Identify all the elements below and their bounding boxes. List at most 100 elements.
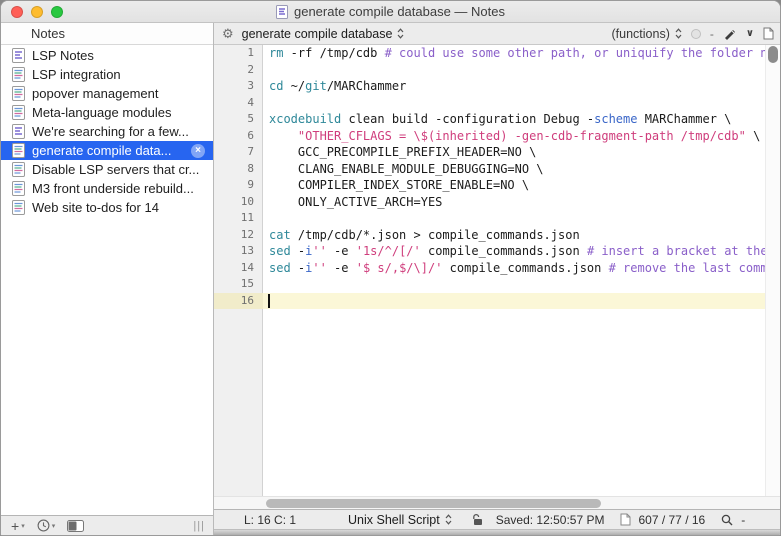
traffic-lights [11,6,63,18]
code-text: cd ~/git/MARChammer [263,78,765,95]
gear-icon[interactable]: ⚙ [222,26,234,42]
recent-notes-button[interactable]: ▾ [33,519,60,532]
code-line[interactable]: 14sed -i'' -e '$ s/,$/\]/' compile_comma… [214,260,780,277]
editor-toolbar: ⚙ generate compile database (functions) … [214,23,780,45]
note-lines-icon [12,143,25,158]
document-outline-icon[interactable] [620,513,631,526]
note-lines-icon [12,86,25,101]
note-list-item[interactable]: Meta-language modules [1,103,213,122]
code-text: rm -rf /tmp/cdb # could use some other p… [263,45,765,62]
note-list-item[interactable]: We're searching for a few... [1,122,213,141]
sidebar-footer: + ▾ ▾ ||| [1,515,213,535]
close-note-icon[interactable]: × [191,144,205,158]
magnifier-icon[interactable] [721,514,733,526]
code-line[interactable]: 4 [214,95,780,112]
note-lines-icon [12,181,25,196]
horizontal-scrollbar-thumb[interactable] [266,499,601,508]
code-line[interactable]: 3cd ~/git/MARChammer [214,78,780,95]
add-note-button[interactable]: + ▾ [7,518,29,534]
code-line[interactable]: 11 [214,210,780,227]
code-text: cat /tmp/cdb/*.json > compile_commands.j… [263,227,765,244]
code-line[interactable]: 15 [214,276,780,293]
zoom-window-button[interactable] [51,6,63,18]
titlebar-doc-icon [276,5,288,19]
line-number: 3 [214,78,263,95]
vertical-scrollbar-thumb[interactable] [768,46,778,63]
code-text: COMPILER_INDEX_STORE_ENABLE=NO \ [263,177,765,194]
note-list-item[interactable]: LSP integration [1,65,213,84]
plus-icon: + [11,518,19,534]
code-line[interactable]: 8 CLANG_ENABLE_MODULE_DEBUGGING=NO \ [214,161,780,178]
language-popup[interactable]: Unix Shell Script [348,513,452,527]
code-line[interactable]: 6 "OTHER_CFLAGS = \$(inherited) -gen-cdb… [214,128,780,145]
line-number: 2 [214,62,263,79]
close-window-button[interactable] [11,6,23,18]
counter-indicator-icon [691,29,701,39]
functions-popup-label: (functions) [612,27,670,41]
chevron-down-icon: ▾ [52,522,56,530]
cursor-position: L: 16 C: 1 [244,513,296,527]
window-bottom-edge [214,529,780,535]
document-popup[interactable]: generate compile database [242,27,405,41]
note-title: We're searching for a few... [32,124,189,139]
note-purple-icon [12,124,25,139]
sidebar-resize-handle[interactable]: ||| [193,520,205,532]
code-text [263,62,765,79]
note-title: generate compile data... [32,143,171,158]
status-bar: L: 16 C: 1 Unix Shell Script Saved: 12:5… [214,509,780,529]
minimize-window-button[interactable] [31,6,43,18]
horizontal-scrollbar[interactable] [214,496,780,509]
code-line[interactable]: 12cat /tmp/cdb/*.json > compile_commands… [214,227,780,244]
editor-body[interactable]: 1rm -rf /tmp/cdb # could use some other … [214,45,780,496]
note-list-item[interactable]: generate compile data... × [1,141,213,160]
code-line[interactable]: 10 ONLY_ACTIVE_ARCH=YES [214,194,780,211]
note-list-item[interactable]: LSP Notes [1,46,213,65]
editor-pane: ⚙ generate compile database (functions) … [214,23,780,535]
note-title: popover management [32,86,158,101]
code-line[interactable]: 2 [214,62,780,79]
vertical-scrollbar[interactable] [765,45,780,496]
code-text: xcodebuild clean build -configuration De… [263,111,765,128]
note-lines-icon [12,200,25,215]
code-line[interactable]: 9 COMPILER_INDEX_STORE_ENABLE=NO \ [214,177,780,194]
unlocked-padlock-icon[interactable] [472,513,484,526]
code-line[interactable]: 7 GCC_PRECOMPILE_PREFIX_HEADER=NO \ [214,144,780,161]
note-lines-icon [12,67,25,82]
note-title: Disable LSP servers that cr... [32,162,199,177]
marker-pen-icon[interactable] [723,27,737,40]
sidebar-header: Notes [1,23,213,45]
sidebar-toggle-button[interactable] [63,520,88,532]
code-text [263,293,765,310]
line-number: 1 [214,45,263,62]
functions-popup[interactable]: (functions) [612,27,682,41]
new-document-icon[interactable] [763,27,774,40]
code-text [263,276,765,293]
code-text [263,210,765,227]
line-number: 7 [214,144,263,161]
note-title: LSP Notes [32,48,94,63]
code-line[interactable]: 1rm -rf /tmp/cdb # could use some other … [214,45,780,62]
code-line[interactable]: 5xcodebuild clean build -configuration D… [214,111,780,128]
code-line[interactable]: 13sed -i'' -e '1s/^/[/' compile_commands… [214,243,780,260]
note-list-item[interactable]: M3 front underside rebuild... [1,179,213,198]
line-number: 8 [214,161,263,178]
sidebar: Notes LSP Notes LSP integration popover ma… [1,23,214,535]
note-title: LSP integration [32,67,121,82]
code-line[interactable]: 16 [214,293,780,310]
window-title: generate compile database — Notes [294,4,505,19]
note-list-item[interactable]: popover management [1,84,213,103]
chevron-down-icon[interactable]: ∨ [746,28,754,39]
sidebar-title: Notes [31,26,65,41]
code-text [263,95,765,112]
note-title: M3 front underside rebuild... [32,181,194,196]
code-text: CLANG_ENABLE_MODULE_DEBUGGING=NO \ [263,161,765,178]
note-list-item[interactable]: Disable LSP servers that cr... [1,160,213,179]
line-number: 10 [214,194,263,211]
note-lines-icon [12,162,25,177]
titlebar[interactable]: generate compile database — Notes [1,1,780,23]
note-lines-icon [12,105,25,120]
document-popup-label: generate compile database [242,27,393,41]
note-title: Web site to-dos for 14 [32,200,159,215]
sidebar-toggle-icon [67,520,84,532]
note-list-item[interactable]: Web site to-dos for 14 [1,198,213,217]
